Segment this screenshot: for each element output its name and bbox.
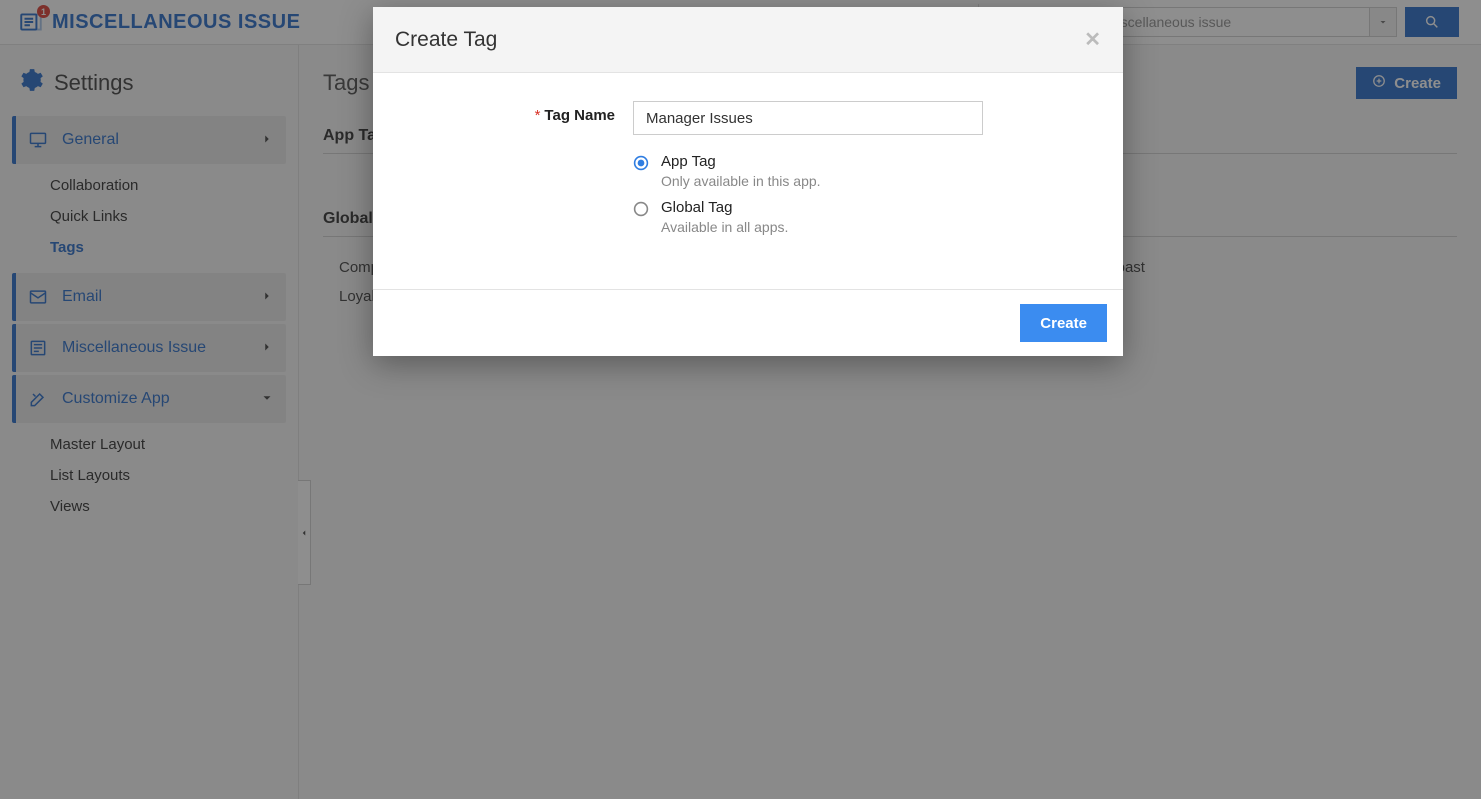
modal-header: Create Tag ✕: [373, 7, 1123, 73]
radio-description: Only available in this app.: [661, 173, 821, 189]
tag-name-label: *Tag Name: [403, 101, 633, 124]
radio-label: App Tag: [661, 153, 821, 170]
tag-name-input[interactable]: [633, 101, 983, 135]
radio-selected-icon: [633, 155, 649, 174]
close-icon[interactable]: ✕: [1084, 27, 1101, 52]
radio-app-tag[interactable]: App Tag Only available in this app.: [633, 153, 1093, 189]
create-tag-modal: Create Tag ✕ *Tag Name: [373, 7, 1123, 356]
radio-global-tag[interactable]: Global Tag Available in all apps.: [633, 199, 1093, 235]
modal-create-button[interactable]: Create: [1020, 304, 1107, 342]
radio-description: Available in all apps.: [661, 219, 788, 235]
radio-label: Global Tag: [661, 199, 788, 216]
required-marker: *: [535, 107, 541, 124]
modal-title: Create Tag: [395, 28, 497, 52]
radio-unselected-icon: [633, 201, 649, 220]
